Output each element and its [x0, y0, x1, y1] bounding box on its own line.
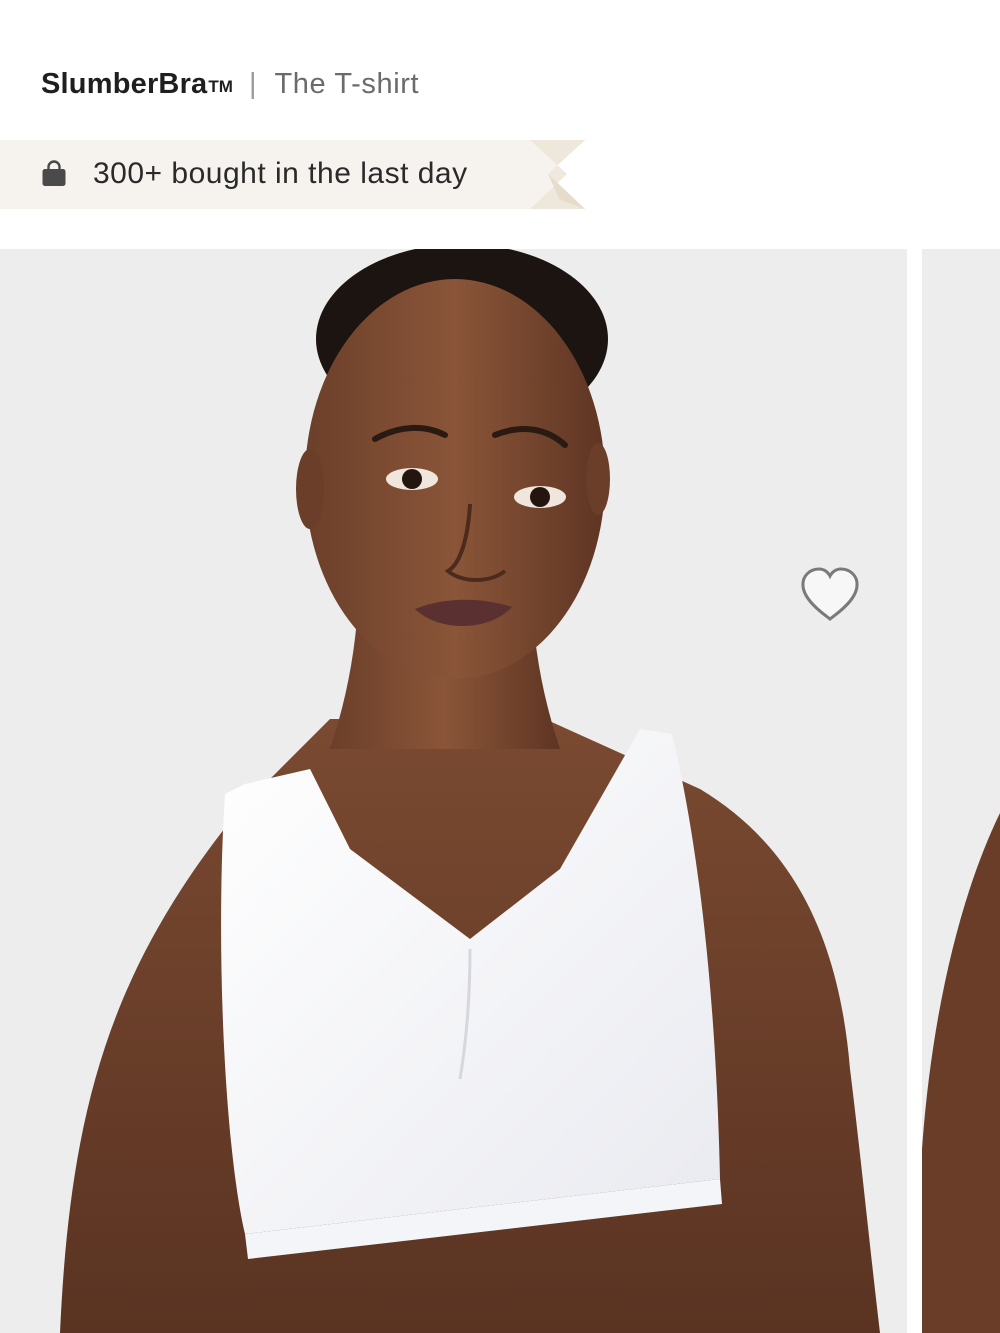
header-separator: | — [248, 67, 257, 100]
popularity-badge: 300+ bought in the last day — [0, 140, 590, 209]
badge-text: 300+ bought in the last day — [93, 157, 468, 190]
product-image-gallery[interactable] — [0, 249, 1000, 1333]
product-brand-name: SlumberBra — [41, 67, 208, 100]
product-subtitle: The T-shirt — [274, 67, 420, 100]
trademark-mark: TM — [208, 77, 233, 96]
product-image-next-peek[interactable] — [922, 249, 1000, 1333]
heart-outline-icon[interactable] — [798, 565, 862, 625]
model-photo — [0, 249, 907, 1333]
product-header: SlumberBra TM | The T-shirt — [41, 62, 419, 106]
model-photo-next — [922, 249, 1000, 1333]
product-image-main[interactable] — [0, 249, 907, 1333]
shopping-bag-icon — [39, 159, 69, 189]
